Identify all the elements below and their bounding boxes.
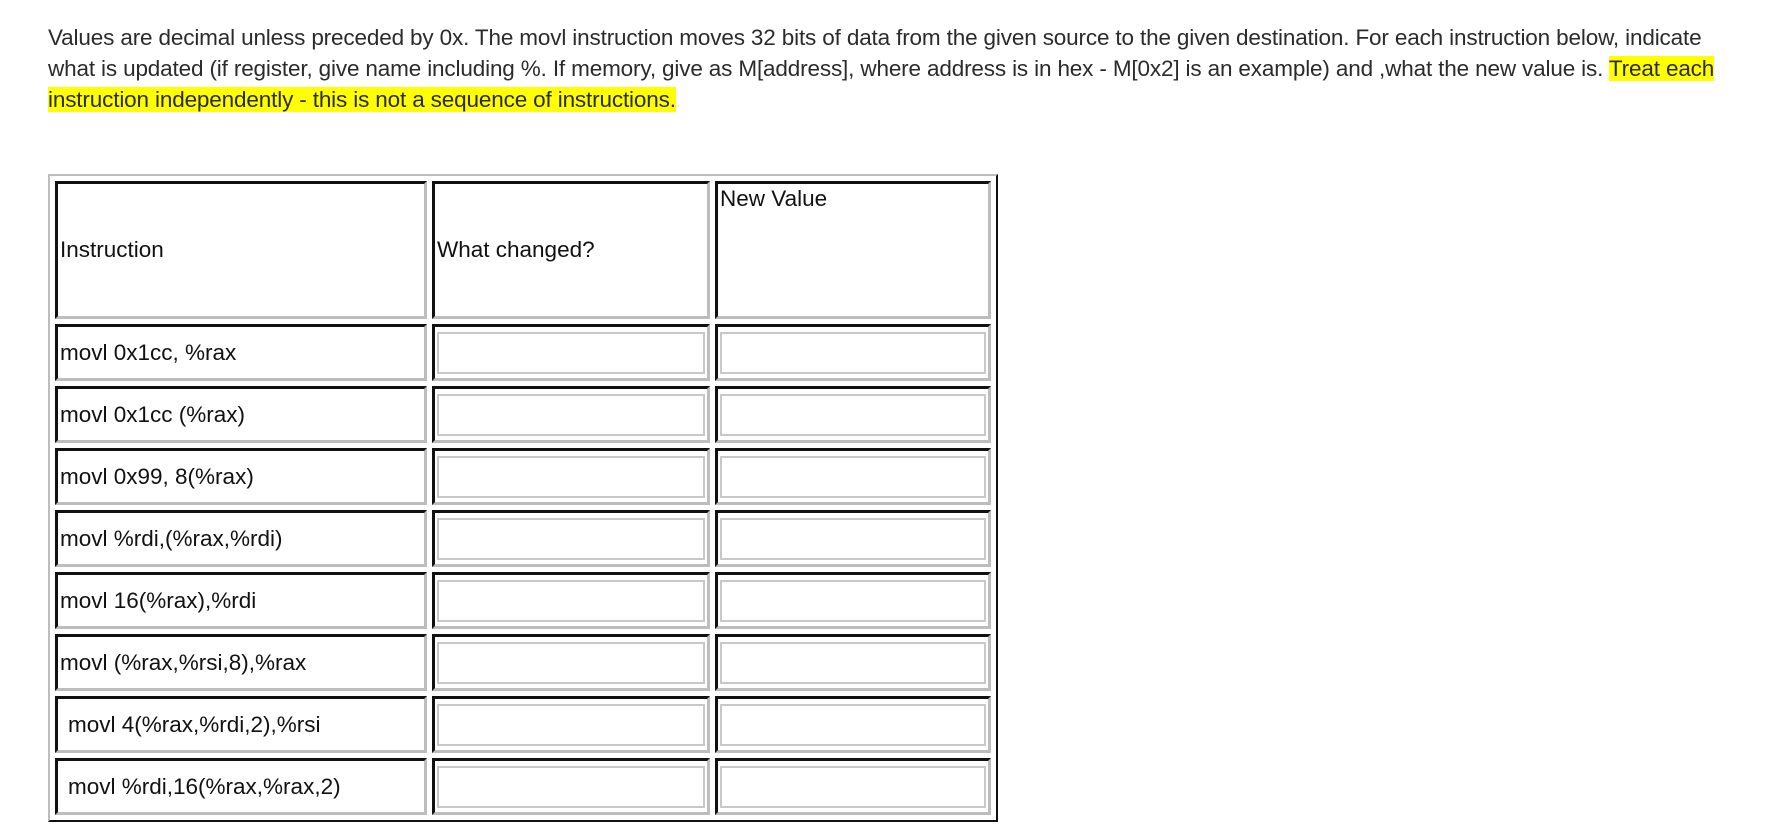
what-changed-input[interactable] [437, 455, 705, 498]
new-value-input[interactable] [720, 455, 986, 498]
what-changed-cell [432, 386, 710, 443]
instructions-paragraph: Values are decimal unless preceded by 0x… [48, 22, 1748, 115]
what-changed-cell [432, 634, 710, 691]
new-value-cell [715, 572, 991, 629]
table-row: movl %rdi,16(%rax,%rax,2) [55, 758, 991, 815]
new-value-cell [715, 324, 991, 381]
table-row: movl 16(%rax),%rdi [55, 572, 991, 629]
new-value-cell [715, 386, 991, 443]
what-changed-cell [432, 572, 710, 629]
what-changed-cell [432, 696, 710, 753]
table-row: movl (%rax,%rsi,8),%rax [55, 634, 991, 691]
what-changed-input[interactable] [437, 517, 705, 560]
what-changed-input[interactable] [437, 331, 705, 374]
instruction-cell: movl 0x1cc (%rax) [55, 386, 427, 443]
instructions-text: Values are decimal unless preceded by 0x… [48, 25, 1702, 81]
table-row: movl 4(%rax,%rdi,2),%rsi [55, 696, 991, 753]
new-value-input[interactable] [720, 703, 986, 746]
instruction-cell: movl 0x99, 8(%rax) [55, 448, 427, 505]
what-changed-input[interactable] [437, 393, 705, 436]
what-changed-input[interactable] [437, 765, 705, 808]
header-instruction: Instruction [55, 181, 427, 319]
instruction-cell: movl 0x1cc, %rax [55, 324, 427, 381]
what-changed-input[interactable] [437, 579, 705, 622]
new-value-cell [715, 510, 991, 567]
new-value-cell [715, 696, 991, 753]
table-row: movl %rdi,(%rax,%rdi) [55, 510, 991, 567]
instruction-cell: movl (%rax,%rsi,8),%rax [55, 634, 427, 691]
new-value-input[interactable] [720, 393, 986, 436]
instruction-cell: movl %rdi,(%rax,%rdi) [55, 510, 427, 567]
new-value-cell [715, 758, 991, 815]
table-row: movl 0x99, 8(%rax) [55, 448, 991, 505]
what-changed-cell [432, 448, 710, 505]
what-changed-cell [432, 510, 710, 567]
what-changed-cell [432, 758, 710, 815]
instruction-cell: movl %rdi,16(%rax,%rax,2) [55, 758, 427, 815]
what-changed-input[interactable] [437, 703, 705, 746]
new-value-input[interactable] [720, 579, 986, 622]
instruction-table: Instruction What changed? New Value movl… [48, 174, 998, 822]
new-value-input[interactable] [720, 641, 986, 684]
new-value-input[interactable] [720, 331, 986, 374]
table-header-row: Instruction What changed? New Value [55, 181, 991, 319]
instruction-cell: movl 4(%rax,%rdi,2),%rsi [55, 696, 427, 753]
new-value-cell [715, 448, 991, 505]
new-value-input[interactable] [720, 517, 986, 560]
new-value-input[interactable] [720, 765, 986, 808]
what-changed-cell [432, 324, 710, 381]
header-new-value: New Value [715, 181, 991, 319]
instruction-cell: movl 16(%rax),%rdi [55, 572, 427, 629]
table-row: movl 0x1cc (%rax) [55, 386, 991, 443]
header-what-changed: What changed? [432, 181, 710, 319]
what-changed-input[interactable] [437, 641, 705, 684]
new-value-cell [715, 634, 991, 691]
table-row: movl 0x1cc, %rax [55, 324, 991, 381]
